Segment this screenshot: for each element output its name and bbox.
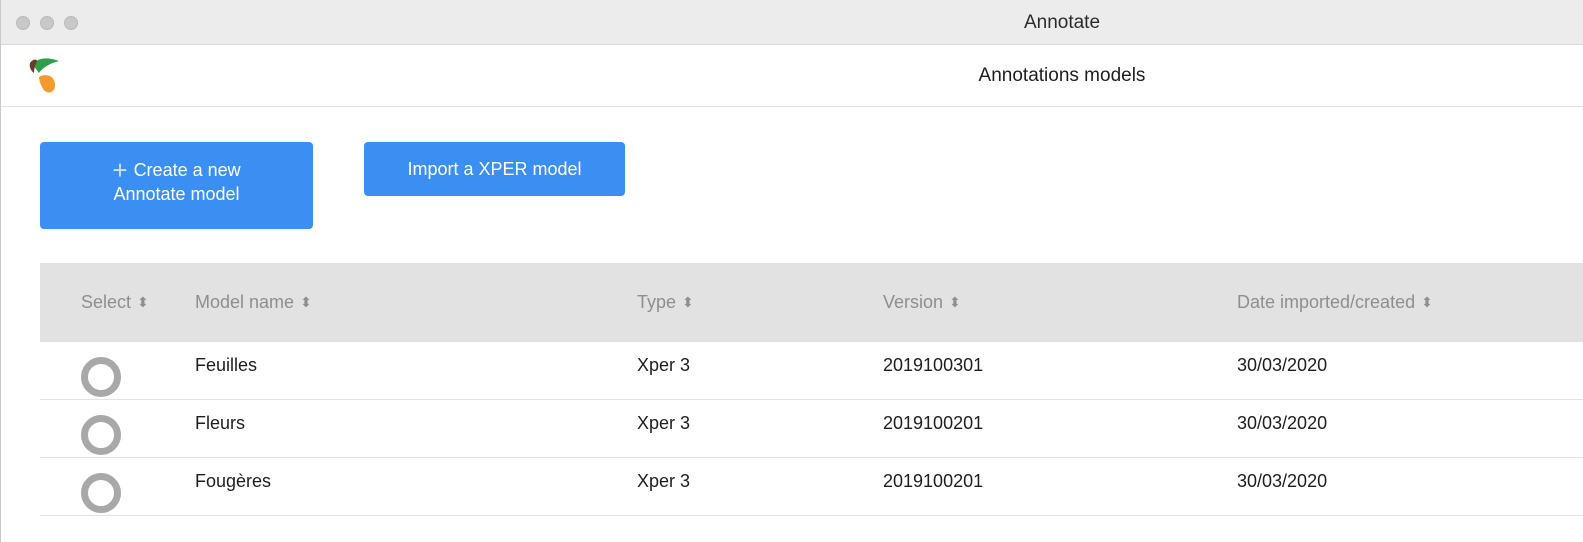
create-button-label-line2: Annotate model <box>113 184 240 204</box>
table-row[interactable]: Fleurs Xper 3 2019100201 30/03/2020 <box>40 400 1583 458</box>
select-radio[interactable] <box>81 415 121 455</box>
version-cell: 2019100201 <box>883 471 984 491</box>
table-header: Select ⬍ Model name ⬍ Type ⬍ Version ⬍ Date … <box>40 263 1583 342</box>
select-radio[interactable] <box>81 473 121 513</box>
model-name-cell: Fougères <box>195 471 272 491</box>
type-cell: Xper 3 <box>637 471 691 491</box>
model-name-cell: Feuilles <box>195 355 258 375</box>
sort-icon: ⬍ <box>137 294 149 310</box>
table-row[interactable]: Fougères Xper 3 2019100201 30/03/2020 <box>40 458 1583 516</box>
create-button-label-line1: Create a new <box>133 160 241 180</box>
date-cell: 30/03/2020 <box>1237 471 1328 491</box>
version-cell: 2019100301 <box>883 355 984 375</box>
column-header-type[interactable]: Type ⬍ <box>637 263 694 342</box>
import-xper-model-button[interactable]: Import a XPER model <box>364 142 625 196</box>
sort-icon: ⬍ <box>949 294 961 310</box>
column-header-select[interactable]: Select ⬍ <box>81 263 149 342</box>
column-header-date[interactable]: Date imported/created ⬍ <box>1237 263 1433 342</box>
sort-icon: ⬍ <box>1421 294 1433 310</box>
page-title: Annotations models <box>978 65 1146 86</box>
column-header-version[interactable]: Version ⬍ <box>883 263 961 342</box>
sort-icon: ⬍ <box>300 294 312 310</box>
create-model-button[interactable]: + Create a new Annotate model <box>40 142 313 229</box>
app-window: Annotate Annotations models + Create a ne… <box>0 0 1583 542</box>
date-cell: 30/03/2020 <box>1237 355 1328 375</box>
window-title: Annotate <box>1023 12 1101 33</box>
type-cell: Xper 3 <box>637 413 691 433</box>
models-table: Select ⬍ Model name ⬍ Type ⬍ Version ⬍ Date … <box>40 263 1583 516</box>
date-cell: 30/03/2020 <box>1237 413 1328 433</box>
title-bar: Annotate <box>1 0 1583 45</box>
version-cell: 2019100201 <box>883 413 984 433</box>
page-header: Annotations models <box>1 45 1583 107</box>
column-header-model-name[interactable]: Model name ⬍ <box>195 263 312 342</box>
plus-icon: + <box>112 155 128 185</box>
type-cell: Xper 3 <box>637 355 691 375</box>
table-row[interactable]: Feuilles Xper 3 2019100301 30/03/2020 <box>40 342 1583 400</box>
sort-icon: ⬍ <box>682 294 694 310</box>
select-radio[interactable] <box>81 357 121 397</box>
model-name-cell: Fleurs <box>195 413 246 433</box>
